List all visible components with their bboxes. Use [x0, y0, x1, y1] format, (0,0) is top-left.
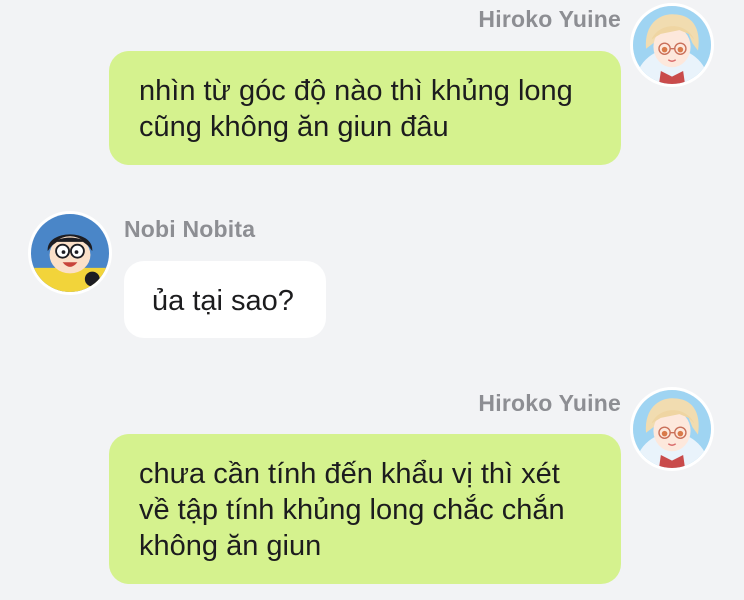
message-bubble-outgoing[interactable]: chưa cần tính đến khẩu vị thì xét về tập…: [109, 434, 621, 584]
message-bubble-incoming[interactable]: ủa tại sao?: [124, 261, 326, 338]
message-text-line: ủa tại sao?: [152, 285, 294, 317]
nobita-avatar[interactable]: [28, 211, 112, 295]
message-text-line: cũng không ăn giun đâu: [139, 111, 449, 143]
chat-thread: Hiroko Yuine nhìn từ góc độ nào thì khủn…: [0, 0, 744, 600]
message-text-line: chưa cần tính đến khẩu vị thì xét: [139, 458, 560, 490]
sender-name: Hiroko Yuine: [478, 390, 621, 416]
sender-name: Hiroko Yuine: [478, 6, 621, 32]
anime-girl-avatar[interactable]: [630, 387, 714, 471]
anime-girl-avatar[interactable]: [630, 3, 714, 87]
message-text-line: nhìn từ góc độ nào thì khủng long: [139, 75, 573, 107]
message-text-line: về tập tính khủng long chắc chắn: [139, 494, 565, 526]
sender-name: Nobi Nobita: [124, 216, 256, 242]
message-text-line: không ăn giun: [139, 530, 322, 562]
message-bubble-outgoing[interactable]: nhìn từ góc độ nào thì khủng long cũng k…: [109, 51, 621, 165]
